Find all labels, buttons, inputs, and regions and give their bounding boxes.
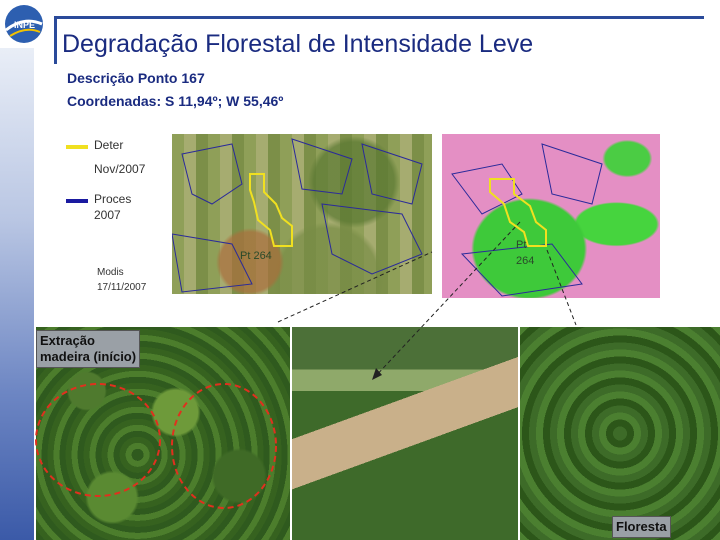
right-point-label-2: 264 xyxy=(516,255,535,267)
modis-satellite-image: Pt 264 xyxy=(172,134,432,294)
left-point-label: Pt 264 xyxy=(240,250,272,262)
modis-date: 17/11/2007 xyxy=(97,282,147,293)
point-description: Descrição Ponto 167 xyxy=(67,70,205,86)
forest-label: Floresta xyxy=(612,516,671,538)
coordinates: Coordenadas: S 11,94º; W 55,46º xyxy=(67,93,284,109)
deter-legend-label: Deter xyxy=(94,138,124,152)
proces-legend-swatch xyxy=(66,199,88,203)
aerial-photo-forest xyxy=(520,327,720,540)
deter-legend-date: Nov/2007 xyxy=(94,162,146,176)
page-title: Degradação Florestal de Intensidade Leve xyxy=(62,30,534,58)
modis-label: Modis xyxy=(97,267,124,278)
logging-label-line1: Extração xyxy=(40,333,95,348)
side-gradient-bar xyxy=(0,48,34,540)
header-rule xyxy=(54,16,704,19)
aerial-photo-clearing xyxy=(292,327,518,540)
deter-legend-swatch xyxy=(66,145,88,149)
landsat-image: Pt 264 xyxy=(442,134,660,298)
logging-label-line2: madeira (início) xyxy=(40,349,137,364)
logo-icon: INPE xyxy=(5,5,43,43)
proces-legend-label: Proces xyxy=(94,192,132,206)
inpe-logo: INPE xyxy=(2,2,46,46)
header-rule-vertical xyxy=(54,16,57,64)
modis-overlay xyxy=(172,138,423,293)
landsat-overlay xyxy=(451,143,603,297)
right-point-label-1: Pt xyxy=(516,239,527,251)
logging-label: Extração madeira (início) xyxy=(36,330,141,368)
proces-legend-date: 2007 xyxy=(94,208,121,222)
logo-text: INPE xyxy=(14,20,35,30)
